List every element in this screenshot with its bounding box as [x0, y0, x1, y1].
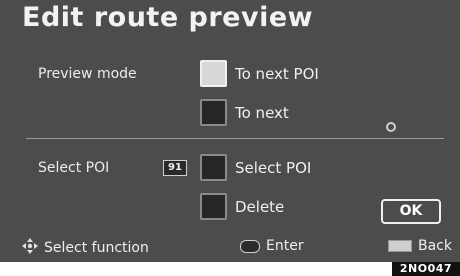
- preview-mode-label: Preview mode: [38, 66, 137, 82]
- back-button-icon: [388, 240, 412, 252]
- footer-select-function: Select function: [22, 238, 149, 258]
- footer-enter-label: Enter: [266, 238, 304, 254]
- circle-indicator-icon: [386, 122, 396, 132]
- footer-back: Back: [388, 238, 452, 254]
- option-to-next-poi[interactable]: To next POI: [200, 60, 319, 87]
- joystick-icon: [22, 238, 38, 258]
- ok-button[interactable]: OK: [381, 199, 441, 224]
- delete-button[interactable]: Delete: [200, 193, 284, 220]
- edit-route-preview-screen: Edit route preview Preview mode To next …: [0, 0, 460, 262]
- enter-button-icon: [240, 239, 260, 253]
- option-label: To next POI: [235, 64, 319, 83]
- option-checkbox-selected[interactable]: [200, 60, 227, 87]
- option-checkbox[interactable]: [200, 99, 227, 126]
- option-label: Select POI: [235, 158, 312, 177]
- select-poi-button[interactable]: Select POI: [200, 154, 311, 181]
- option-label: Delete: [235, 197, 285, 216]
- option-label: To next: [235, 103, 289, 122]
- poi-number-badge: 91: [163, 160, 187, 176]
- footer-bar: Select function Enter Back: [0, 232, 460, 262]
- section-divider: [26, 138, 444, 139]
- select-poi-label: Select POI: [38, 160, 110, 176]
- figure-code: 2NO047: [392, 262, 460, 276]
- footer-back-label: Back: [418, 238, 452, 254]
- option-checkbox[interactable]: [200, 193, 227, 220]
- screen-title: Edit route preview: [22, 2, 314, 33]
- option-to-next[interactable]: To next: [200, 99, 289, 126]
- footer-select-function-label: Select function: [44, 240, 149, 256]
- option-checkbox[interactable]: [200, 154, 227, 181]
- footer-enter: Enter: [240, 238, 304, 254]
